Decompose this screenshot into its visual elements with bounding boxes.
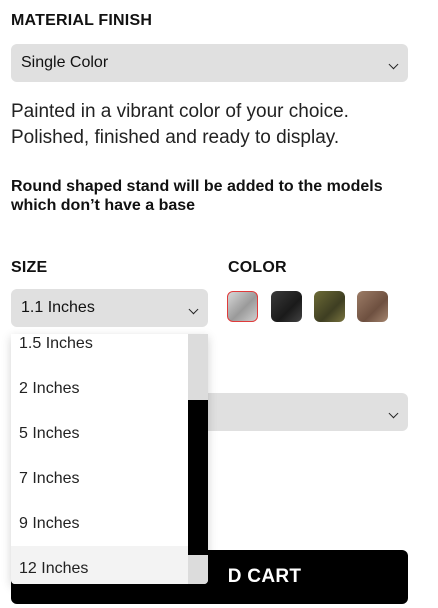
color-swatch-bronze[interactable]	[357, 291, 388, 322]
dropdown-scrollbar-thumb[interactable]	[188, 400, 208, 555]
color-swatch-silver[interactable]	[227, 291, 258, 322]
size-option[interactable]: 9 Inches	[11, 501, 188, 546]
color-swatch-olive-gold[interactable]	[314, 291, 345, 322]
size-option-hovered[interactable]: 12 Inches	[11, 546, 188, 584]
note-line-2: which don’t have a base	[11, 197, 196, 214]
finish-description: Painted in a vibrant color of your choic…	[11, 99, 349, 151]
chevron-down-icon	[388, 408, 399, 419]
size-option[interactable]: 1.5 Inches	[11, 334, 188, 366]
color-swatch-black[interactable]	[271, 291, 302, 322]
size-option[interactable]: 2 Inches	[11, 366, 188, 411]
material-finish-value: Single Color	[21, 54, 109, 71]
material-finish-title: MATERIAL FINISH	[11, 12, 153, 29]
stand-note: Round shaped stand will be added to the …	[11, 177, 383, 215]
chevron-down-icon	[188, 304, 199, 315]
chevron-down-icon	[388, 59, 399, 70]
size-select[interactable]: 1.1 Inches	[11, 289, 208, 327]
description-line-1: Painted in a vibrant color of your choic…	[11, 101, 349, 122]
dropdown-scrollbar-track[interactable]	[188, 334, 208, 584]
note-line-1: Round shaped stand will be added to the …	[11, 178, 383, 195]
size-value: 1.1 Inches	[21, 299, 95, 316]
size-option[interactable]: 5 Inches	[11, 411, 188, 456]
add-to-cart-label: D CART	[227, 566, 302, 587]
size-dropdown-list[interactable]: 1.5 Inches 2 Inches 5 Inches 7 Inches 9 …	[11, 334, 208, 584]
color-title: COLOR	[228, 259, 287, 276]
description-line-2: Polished, finished and ready to display.	[11, 127, 340, 148]
size-option[interactable]: 7 Inches	[11, 456, 188, 501]
size-title: SIZE	[11, 259, 48, 276]
material-finish-select[interactable]: Single Color	[11, 44, 408, 82]
